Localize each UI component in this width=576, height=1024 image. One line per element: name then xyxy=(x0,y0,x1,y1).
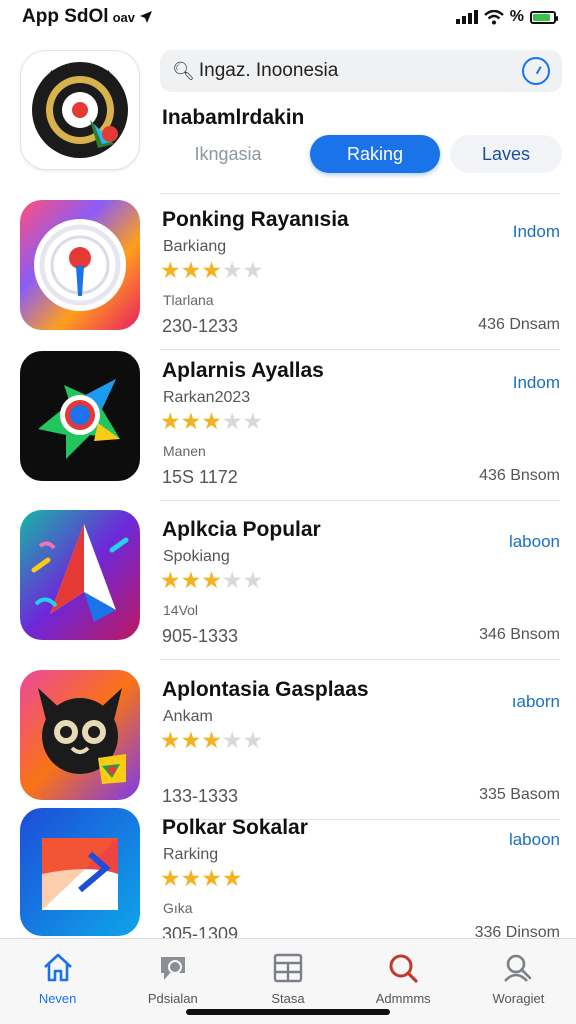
app-size: 335 Basom xyxy=(479,786,560,803)
stars-filled: ★★★ xyxy=(160,567,222,593)
app-name[interactable]: Aplontasia Gasplaas xyxy=(162,678,369,702)
app-name[interactable]: Ponking Rayanısia xyxy=(162,208,349,232)
stars-filled: ★★★★ xyxy=(160,865,243,891)
battery-percent: % xyxy=(509,8,524,25)
app-size: 436 Bnsom xyxy=(479,467,560,484)
app-list-item[interactable]: Ponking Rayanısia Barkiang ★★★★★ Tlarlan… xyxy=(0,200,576,350)
tab-home[interactable]: Neven xyxy=(0,939,115,1024)
tab-label: Neven xyxy=(38,991,77,1006)
grid-icon xyxy=(273,953,303,983)
status-left: App SdOl oav xyxy=(22,6,153,28)
profile-search-icon xyxy=(504,954,532,982)
target-logo-icon xyxy=(32,62,128,158)
app-range: 905-1333 xyxy=(162,626,239,646)
tab-profile[interactable]: Woragiet xyxy=(461,939,576,1024)
stars-filled: ★★★ xyxy=(160,257,222,283)
app-name[interactable]: Aplkcia Popular xyxy=(162,518,321,542)
app-icon-owl[interactable] xyxy=(20,670,140,800)
stars-empty: ★★ xyxy=(221,727,264,753)
rating-stars: ★★★★★ xyxy=(160,728,263,752)
app-subtitle: Rarking xyxy=(163,846,219,863)
install-link[interactable]: laboon xyxy=(509,830,560,850)
tab-label: Stasa xyxy=(271,991,305,1006)
stars-filled: ★★★ xyxy=(160,727,222,753)
app-meta: Manen xyxy=(163,443,206,459)
app-icon-flag[interactable] xyxy=(20,808,140,936)
divider xyxy=(160,193,560,194)
flag-app-icon xyxy=(20,808,140,936)
stars-filled: ★★★ xyxy=(160,408,222,434)
signal-icon xyxy=(455,10,478,24)
app-meta: Tlarlana xyxy=(163,292,214,308)
divider xyxy=(160,500,560,501)
app-list-item[interactable]: Aplontasia Gasplaas Ankam ★★★★★ 133-1333… xyxy=(0,670,576,820)
status-right: % xyxy=(455,8,558,26)
wifi-icon xyxy=(483,9,504,24)
app-name[interactable]: Aplarnis Ayallas xyxy=(162,359,324,383)
app-subtitle: Rarkan2023 xyxy=(163,389,251,406)
voice-search-icon[interactable] xyxy=(522,57,550,85)
search-input[interactable] xyxy=(198,60,522,82)
search-icon xyxy=(389,954,418,983)
app-icon-compass[interactable] xyxy=(20,351,140,481)
stars-empty: ★★ xyxy=(221,257,264,283)
app-size: 436 Dnsam xyxy=(478,316,560,333)
app-subtitle: Spokiang xyxy=(163,548,230,565)
segment-tab-3[interactable]: Laves xyxy=(450,135,562,173)
app-meta: Gıka xyxy=(163,900,193,916)
app-name[interactable]: Polkar Sokalar xyxy=(162,816,308,840)
chat-icon xyxy=(160,957,185,980)
section-title: Inabamlrdakin xyxy=(162,106,305,129)
location-arrow-icon xyxy=(139,11,152,23)
app-meta: 14Vol xyxy=(163,602,199,618)
compass-app-icon xyxy=(20,351,140,481)
app-list-item[interactable]: Polkar Sokalar Rarking ★★★★ Gıka 305-130… xyxy=(0,808,576,958)
home-indicator[interactable] xyxy=(186,1009,390,1015)
featured-app-icon[interactable] xyxy=(20,50,140,170)
app-size: 346 Bnsom xyxy=(479,626,560,643)
stars-empty: ★★ xyxy=(221,408,264,434)
app-list-item[interactable]: Aplkcia Popular Spokiang ★★★★★ 14Vol 905… xyxy=(0,510,576,660)
install-link[interactable]: Indom xyxy=(513,222,560,242)
install-link[interactable]: Indom xyxy=(513,373,560,393)
divider xyxy=(160,349,560,350)
rating-stars: ★★★★★ xyxy=(160,409,263,433)
app-range: 15S 1172 xyxy=(162,467,238,487)
status-carrier: oav xyxy=(112,9,135,25)
app-list-item[interactable]: Aplarnis Ayallas Rarkan2023 ★★★★★ Manen … xyxy=(0,351,576,501)
install-link[interactable]: laboon xyxy=(509,532,560,552)
arrow-app-icon xyxy=(20,510,140,640)
install-link[interactable]: ıaborn xyxy=(512,692,560,712)
rating-stars: ★★★★★ xyxy=(160,568,263,592)
target-app-icon xyxy=(20,200,140,330)
status-bar: App SdOl oav % xyxy=(0,0,576,34)
home-icon xyxy=(43,953,72,982)
tab-label: Woragiet xyxy=(492,991,545,1006)
rating-stars: ★★★★★ xyxy=(160,258,263,282)
divider xyxy=(160,659,560,660)
app-subtitle: Ankam xyxy=(163,708,213,725)
app-icon-arrow[interactable] xyxy=(20,510,140,640)
rating-stars: ★★★★ xyxy=(160,866,242,890)
stars-empty: ★★ xyxy=(221,567,264,593)
app-icon-target[interactable] xyxy=(20,200,140,330)
segment-tab-2-active[interactable]: Raking xyxy=(310,135,440,173)
segment-tab-1[interactable]: Ikngasia xyxy=(160,135,296,173)
owl-app-icon xyxy=(20,670,140,800)
search-icon: 🔍︎ xyxy=(172,60,195,81)
tab-label: Admmms xyxy=(375,991,431,1006)
app-range: 133-1333 xyxy=(162,786,239,806)
tab-label: Pdsialan xyxy=(147,991,198,1006)
status-time: App SdOl xyxy=(22,6,109,27)
app-subtitle: Barkiang xyxy=(163,238,227,255)
search-bar[interactable]: 🔍︎ xyxy=(160,50,562,92)
app-range: 230-1233 xyxy=(162,316,239,336)
battery-icon xyxy=(530,10,558,24)
